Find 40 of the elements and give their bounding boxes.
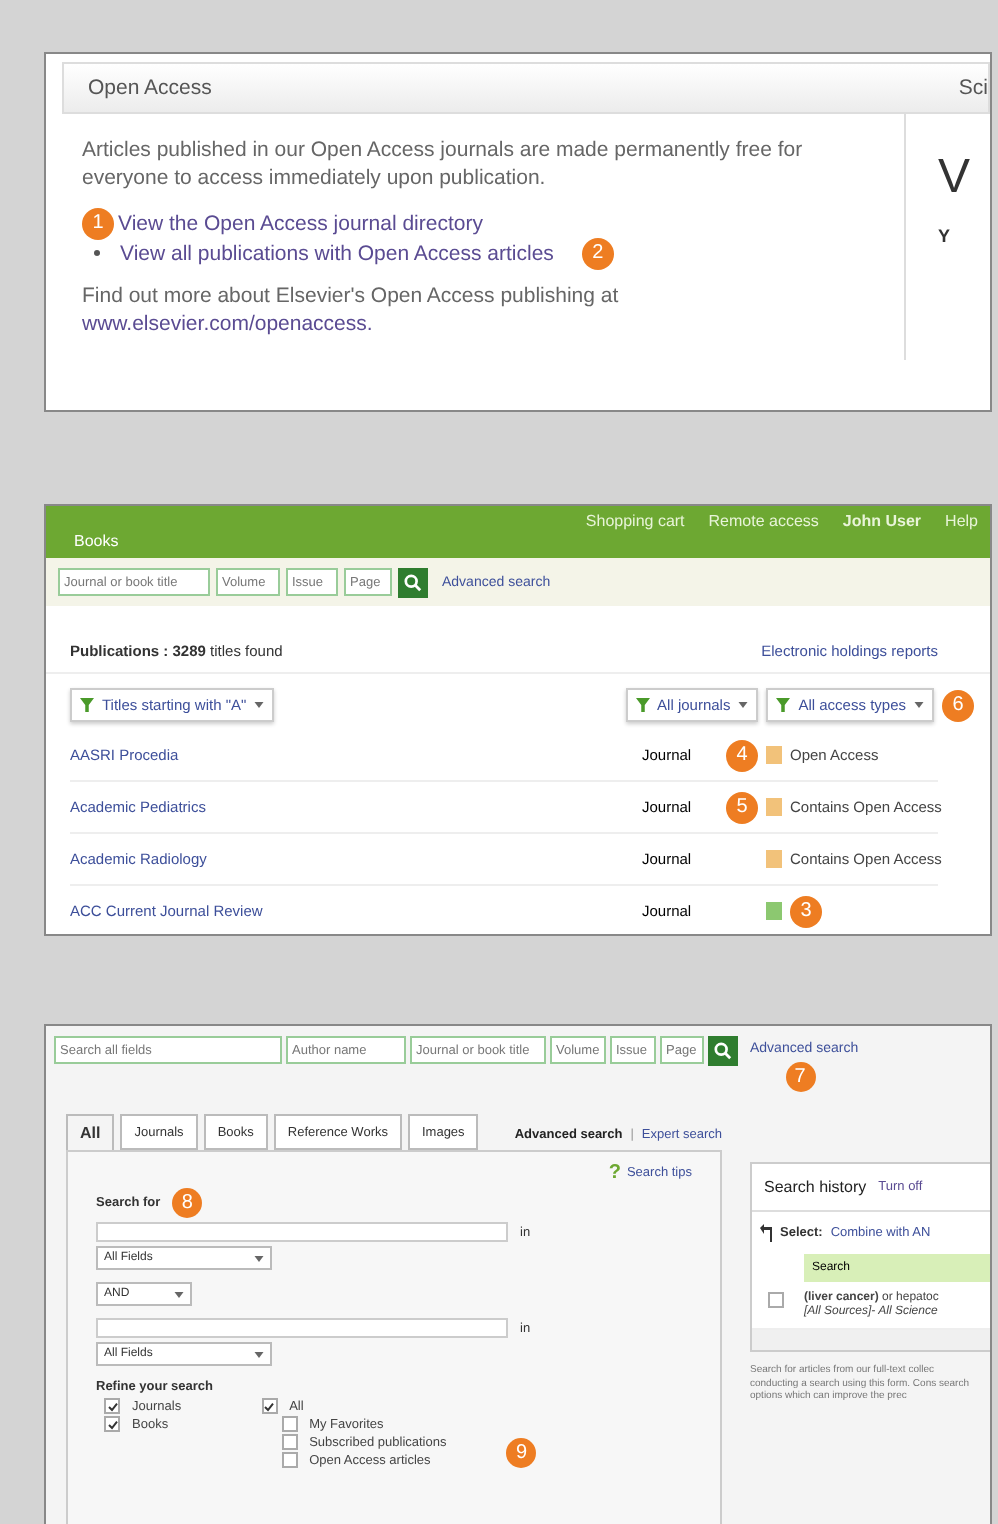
- filter-icon: [635, 698, 650, 712]
- search-icon: [404, 573, 422, 591]
- panel-title: Open Access: [88, 76, 212, 100]
- number-badge: 5: [726, 791, 758, 823]
- number-badge: 6: [942, 689, 974, 721]
- heading-fragment: V: [938, 150, 973, 206]
- number-badge: 4: [726, 739, 758, 771]
- check-icon: [264, 1401, 275, 1411]
- filter-icon: [80, 698, 94, 712]
- search-button[interactable]: [708, 1036, 738, 1066]
- caret-icon: [738, 702, 749, 708]
- link[interactable]: View the Open Access journal directory: [118, 211, 483, 236]
- number-badge: 2: [581, 237, 614, 270]
- caret-icon: [254, 702, 265, 708]
- intro-text: Articles published in our Open Access journals are made permanently free for everyone to access immediately upon publication.: [82, 138, 805, 193]
- arrow-icon: [760, 1224, 772, 1242]
- link[interactable]: www.elsevier.com/openaccess.: [82, 311, 373, 336]
- bullet-icon: [94, 250, 100, 257]
- filter-icon: [776, 698, 791, 712]
- info-text: Find out more about Elsevier's Open Access publishing at: [82, 284, 621, 312]
- tab[interactable]: All: [66, 1114, 115, 1150]
- tab-label: Sci: [958, 76, 988, 100]
- number-badge: 7: [785, 1062, 816, 1092]
- search-button[interactable]: [398, 567, 428, 597]
- number-badge: 3: [790, 895, 822, 927]
- number-badge: 8: [172, 1188, 203, 1218]
- caret-icon: [174, 1291, 184, 1297]
- search-input[interactable]: [96, 1318, 508, 1338]
- link[interactable]: View all publications with Open Access articles: [120, 241, 554, 266]
- caret-icon: [914, 702, 924, 708]
- number-badge: 1: [82, 207, 114, 240]
- caret-icon: [254, 1351, 264, 1357]
- search-input[interactable]: [96, 1222, 508, 1242]
- help-icon: ?: [608, 1162, 621, 1184]
- panel-title: Search history: [764, 1178, 867, 1196]
- search-icon: [714, 1042, 732, 1060]
- caret-icon: [254, 1255, 264, 1261]
- checkbox[interactable]: [768, 1292, 784, 1308]
- heading-fragment: Y: [938, 226, 953, 246]
- number-badge: 9: [506, 1438, 537, 1468]
